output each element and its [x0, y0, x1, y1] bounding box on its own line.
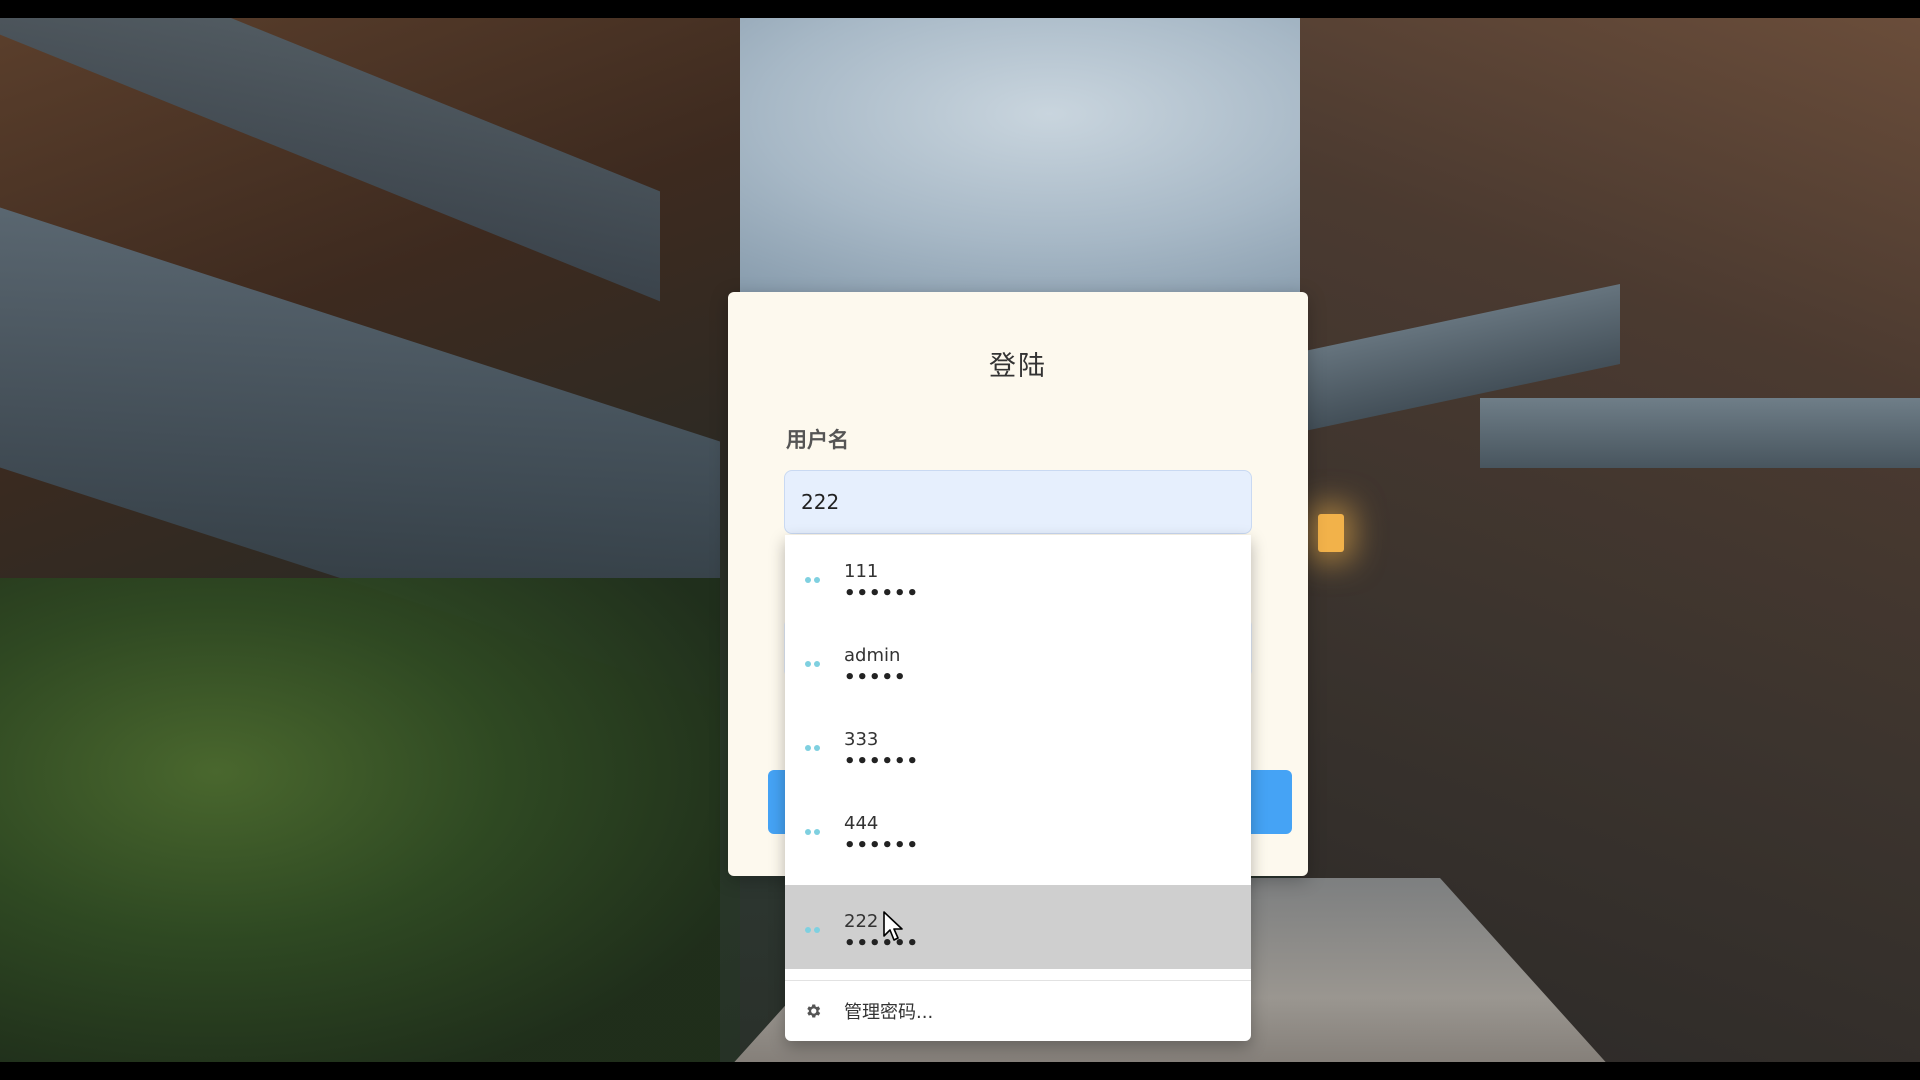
autocomplete-option[interactable]: 111 ••••••: [785, 535, 1251, 619]
option-password: •••••: [844, 667, 907, 688]
option-username: 222: [844, 911, 879, 932]
key-icon: [805, 661, 823, 669]
option-username: 333: [844, 729, 879, 750]
key-icon: [805, 577, 823, 585]
street-lamp: [1318, 514, 1344, 552]
key-icon: [805, 927, 823, 935]
option-username: 444: [844, 813, 879, 834]
option-username: 111: [844, 561, 879, 582]
gear-icon: [807, 1004, 821, 1018]
autocomplete-option[interactable]: 333 ••••••: [785, 703, 1251, 787]
key-icon: [805, 745, 823, 753]
username-label: 用户名: [786, 428, 849, 452]
option-username: admin: [844, 645, 901, 666]
roof-right: [1480, 398, 1920, 468]
username-input[interactable]: [784, 470, 1252, 534]
autocomplete-dropdown: 111 •••••• admin ••••• 333 •••••• 444 ••…: [785, 535, 1251, 1041]
autocomplete-option-selected[interactable]: 222 ••••••: [785, 885, 1251, 969]
manage-passwords-label: 管理密码...: [844, 1002, 934, 1023]
manage-passwords-item[interactable]: 管理密码...: [785, 981, 1251, 1041]
autocomplete-option[interactable]: 444 ••••••: [785, 787, 1251, 871]
option-password: ••••••: [844, 835, 920, 856]
page-title: 登陆: [989, 351, 1047, 382]
mouse-cursor-icon: [883, 911, 903, 941]
autocomplete-option[interactable]: admin •••••: [785, 619, 1251, 703]
foliage: [0, 578, 720, 1062]
key-icon: [805, 829, 823, 837]
option-password: ••••••: [844, 751, 920, 772]
option-password: ••••••: [844, 583, 920, 604]
